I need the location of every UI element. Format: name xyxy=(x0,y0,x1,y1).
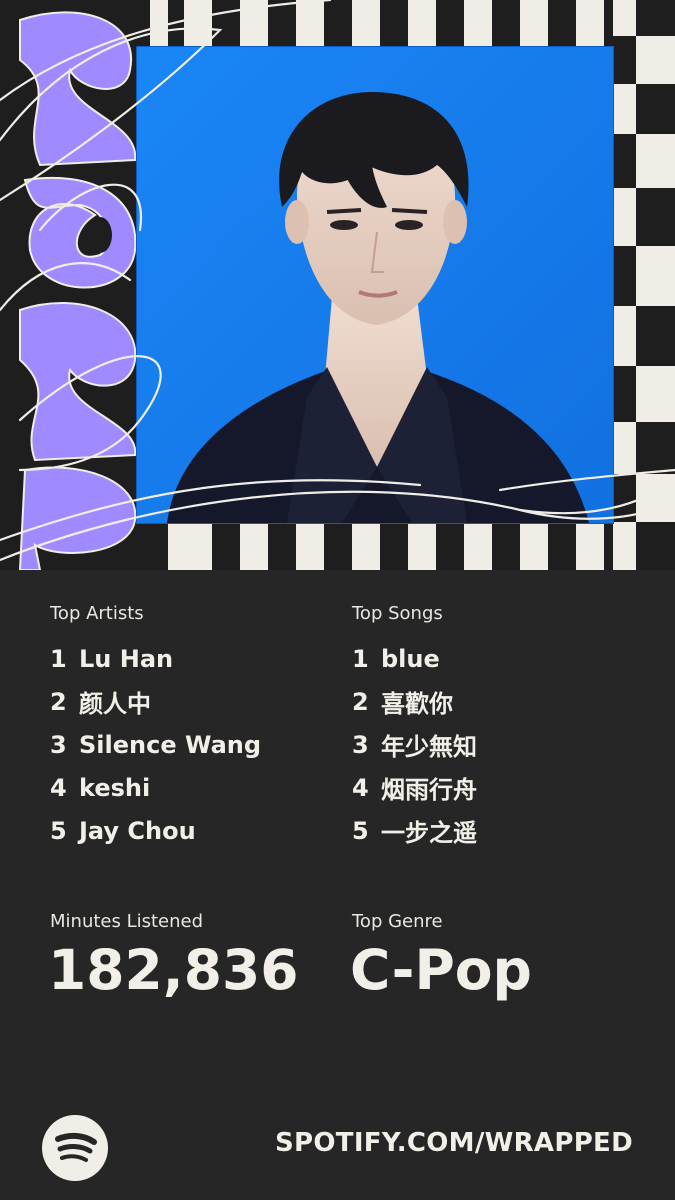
rank-number: 1 xyxy=(50,644,67,673)
artist-name: Silence Wang xyxy=(79,730,262,759)
song-name: 烟雨行舟 xyxy=(381,776,477,804)
song-name: 一步之遥 xyxy=(381,819,477,847)
top-genre-value: C-Pop xyxy=(350,938,532,1002)
artist-portrait-image xyxy=(137,47,613,523)
rank-number: 1 xyxy=(352,644,369,673)
rank-number: 4 xyxy=(352,773,369,802)
artist-photo xyxy=(137,47,613,523)
list-item: 2 喜歡你 xyxy=(352,680,477,723)
list-item: 1 blue xyxy=(352,637,477,680)
rank-number: 4 xyxy=(50,773,67,802)
list-item: 1 Lu Han xyxy=(50,637,261,680)
song-name: 年少無知 xyxy=(381,733,477,761)
artist-name: 颜人中 xyxy=(79,690,151,718)
song-name: 喜歡你 xyxy=(381,690,453,718)
artist-name: Jay Chou xyxy=(79,816,196,845)
top-artists-label: Top Artists xyxy=(50,603,144,624)
song-name: blue xyxy=(381,644,440,673)
rank-number: 2 xyxy=(352,687,369,716)
rank-number: 2 xyxy=(50,687,67,716)
list-item: 4 keshi xyxy=(50,766,261,809)
spotify-icon[interactable] xyxy=(42,1115,108,1181)
artist-name: Lu Han xyxy=(79,644,174,673)
wrapped-url-link[interactable]: SPOTIFY.COM/WRAPPED xyxy=(275,1128,633,1158)
spotify-logo-mark xyxy=(55,1132,97,1162)
minutes-listened-label: Minutes Listened xyxy=(50,911,204,932)
wrapped-card: Top Artists 1 Lu Han 2 颜人中 3 Silence Wang 4… xyxy=(0,0,675,1200)
list-item: 2 颜人中 xyxy=(50,680,261,723)
rank-number: 3 xyxy=(352,730,369,759)
rank-number: 5 xyxy=(50,816,67,845)
top-songs-label: Top Songs xyxy=(352,603,443,624)
rank-number: 5 xyxy=(352,816,369,845)
rank-number: 3 xyxy=(50,730,67,759)
hero-graphic xyxy=(0,0,675,570)
list-item: 3 Silence Wang xyxy=(50,723,261,766)
list-item: 5 Jay Chou xyxy=(50,809,261,852)
list-item: 3 年少無知 xyxy=(352,723,477,766)
artist-name: keshi xyxy=(79,773,151,802)
top-genre-label: Top Genre xyxy=(352,911,443,932)
top-artists-list: 1 Lu Han 2 颜人中 3 Silence Wang 4 keshi 5 Jay C… xyxy=(50,637,261,852)
top-songs-list: 1 blue 2 喜歡你 3 年少無知 4 烟雨行舟 5 一步之遥 xyxy=(352,637,477,852)
list-item: 4 烟雨行舟 xyxy=(352,766,477,809)
year-2025-graphic xyxy=(18,11,137,570)
list-item: 5 一步之遥 xyxy=(352,809,477,852)
minutes-listened-value: 182,836 xyxy=(48,938,299,1002)
